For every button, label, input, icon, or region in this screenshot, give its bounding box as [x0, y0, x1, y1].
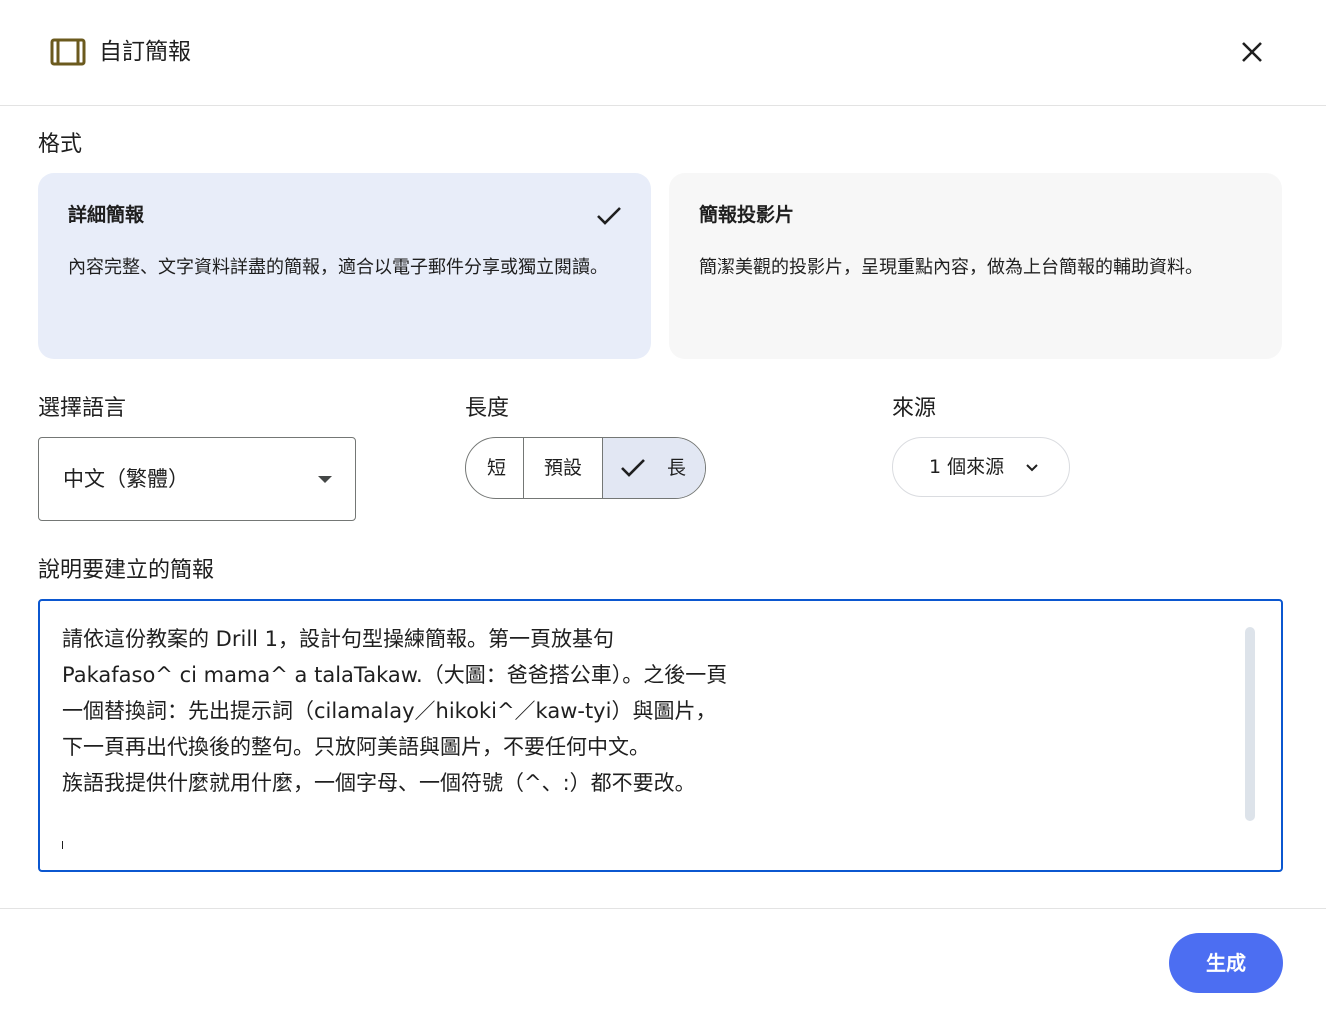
source-dropdown-value: 1 個來源 [929, 456, 1005, 478]
chevron-down-icon [1026, 464, 1038, 472]
length-option-default[interactable]: 預設 [524, 438, 603, 498]
source-dropdown-button[interactable]: 1 個來源 [892, 437, 1070, 497]
format-option-description: 簡潔美觀的投影片，呈現重點內容，做為上台簡報的輔助資料。 [699, 257, 1203, 278]
format-option-detailed[interactable]: 詳細簡報 內容完整、文字資料詳盡的簡報，適合以電子郵件分享或獨立閱讀。 [38, 173, 651, 359]
format-label: 格式 [38, 132, 83, 157]
format-option-title: 簡報投影片 [699, 204, 795, 226]
close-icon[interactable] [1234, 34, 1270, 70]
length-label: 長度 [465, 396, 510, 421]
source-label: 來源 [892, 396, 937, 421]
slides-frame-icon [50, 38, 86, 66]
length-option-long[interactable]: 長 [603, 438, 705, 498]
text-caret [62, 841, 63, 849]
length-option-short[interactable]: 短 [466, 438, 524, 498]
generate-button[interactable]: 生成 [1169, 933, 1283, 993]
language-select-value: 中文（繁體） [63, 467, 189, 491]
format-option-description: 內容完整、文字資料詳盡的簡報，適合以電子郵件分享或獨立閱讀。 [68, 257, 608, 278]
description-textarea[interactable]: 請依這份教案的 Drill 1，設計句型操練簡報。第一頁放基句 Pakafaso… [38, 599, 1283, 872]
dialog-title: 自訂簡報 [99, 39, 191, 65]
check-icon [597, 207, 621, 225]
footer-divider [0, 908, 1326, 909]
textarea-scrollbar[interactable] [1245, 627, 1255, 821]
check-icon [621, 459, 645, 477]
length-option-long-label: 長 [667, 457, 687, 479]
dropdown-arrow-icon [318, 476, 332, 483]
format-option-title: 詳細簡報 [68, 204, 145, 226]
description-label: 說明要建立的簡報 [38, 558, 215, 583]
description-textarea-value: 請依這份教案的 Drill 1，設計句型操練簡報。第一頁放基句 Pakafaso… [62, 627, 728, 795]
dialog-header: 自訂簡報 [0, 0, 1326, 106]
language-label: 選擇語言 [38, 396, 127, 421]
format-option-slides[interactable]: 簡報投影片 簡潔美觀的投影片，呈現重點內容，做為上台簡報的輔助資料。 [669, 173, 1282, 359]
language-select[interactable]: 中文（繁體） [38, 437, 356, 521]
length-segmented-control: 短 預設 長 [465, 437, 706, 499]
